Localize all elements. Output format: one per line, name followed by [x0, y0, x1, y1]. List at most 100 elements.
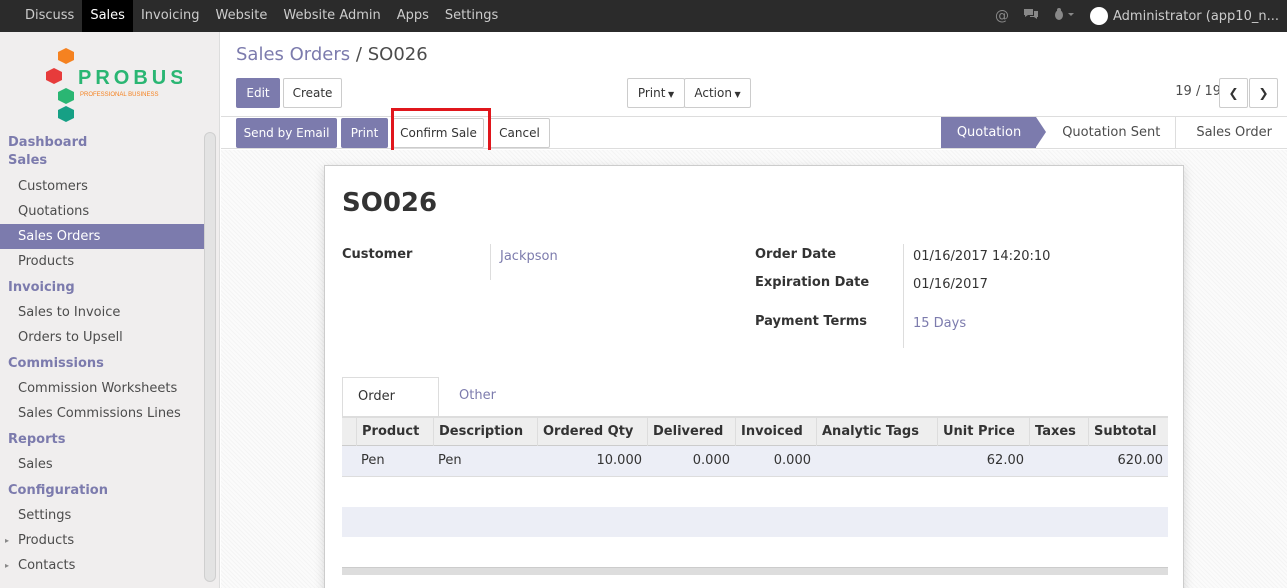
sidebar: PROBUSE PROFESSIONAL BUSINESS Dashboard …	[0, 32, 220, 588]
breadcrumb-current: SO026	[367, 44, 428, 65]
expiration-date-label: Expiration Date	[755, 275, 870, 290]
col-subtotal[interactable]: Subtotal	[1088, 418, 1168, 446]
chevron-left-icon: ❮	[1228, 86, 1239, 100]
action-dropdown-label: Action	[694, 86, 732, 100]
col-delivered[interactable]: Delivered	[647, 418, 735, 446]
table-row[interactable]: Pen Pen 10.000 0.000 0.000 62.00 620.00	[342, 446, 1168, 477]
status-toolbar: Send by Email Print Confirm Sale Cancel …	[221, 116, 1287, 149]
col-taxes[interactable]: Taxes	[1029, 418, 1088, 446]
tab-other-information[interactable]: Other Information	[444, 377, 549, 441]
chat-icon[interactable]	[1023, 7, 1039, 25]
field-divider	[490, 244, 491, 280]
edit-button[interactable]: Edit	[236, 78, 280, 108]
order-date-field[interactable]: 01/16/2017 14:20:10	[913, 249, 1050, 264]
sidebar-section-invoicing: Invoicing	[8, 280, 75, 295]
breadcrumb-separator: /	[355, 44, 362, 65]
print-dropdown[interactable]: Print ▼	[627, 78, 685, 108]
table-footer	[342, 567, 1168, 575]
cell-unit-price: 62.00	[986, 453, 1024, 468]
at-icon[interactable]: @	[995, 8, 1009, 24]
form-sheet: SO026 Customer Jackpson Order Date 01/16…	[324, 165, 1184, 588]
sidebar-item-config-products[interactable]: ▸ Products	[0, 528, 205, 553]
payment-terms-label: Payment Terms	[755, 314, 868, 329]
create-button[interactable]: Create	[283, 78, 342, 108]
user-name: Administrator (app10_n...	[1113, 8, 1279, 24]
cancel-button[interactable]: Cancel	[489, 118, 550, 148]
cell-invoiced: 0.000	[773, 453, 811, 468]
sidebar-item-orders-to-upsell[interactable]: Orders to Upsell	[0, 325, 205, 350]
send-by-email-button[interactable]: Send by Email	[236, 118, 337, 148]
cell-analytic-tags	[816, 446, 932, 476]
sidebar-item-customers[interactable]: Customers	[0, 174, 205, 199]
status-quotation[interactable]: Quotation	[940, 117, 1047, 148]
col-unit-price[interactable]: Unit Price	[937, 418, 1029, 446]
pager-next-button[interactable]: ❯	[1249, 78, 1278, 108]
menu-invoicing[interactable]: Invoicing	[133, 0, 208, 32]
table-row	[342, 477, 1168, 507]
print-dropdown-label: Print	[637, 86, 666, 100]
action-dropdown[interactable]: Action ▼	[684, 78, 751, 108]
caret-right-icon: ▸	[5, 561, 10, 570]
chevron-right-icon: ❯	[1258, 86, 1269, 100]
caret-right-icon: ▸	[5, 536, 10, 545]
sidebar-item-label: Contacts	[18, 558, 76, 573]
print-button[interactable]: Print	[341, 118, 388, 148]
sidebar-item-quotations[interactable]: Quotations	[0, 199, 205, 224]
pager-value[interactable]: 19 / 19	[1175, 84, 1221, 99]
menu-sales[interactable]: Sales	[82, 0, 133, 32]
expiration-date-field[interactable]: 01/16/2017	[913, 277, 988, 292]
col-product[interactable]: Product	[356, 418, 433, 446]
menu-website[interactable]: Website	[208, 0, 276, 32]
breadcrumb-sales-orders[interactable]: Sales Orders	[236, 44, 350, 65]
pager-previous-button[interactable]: ❮	[1219, 78, 1248, 108]
cell-description: Pen	[438, 453, 462, 468]
customer-field[interactable]: Jackpson	[500, 249, 558, 264]
cell-delivered: 0.000	[692, 453, 730, 468]
payment-terms-field[interactable]: 15 Days	[913, 316, 966, 331]
table-header: Product Description Ordered Qty Delivere…	[342, 417, 1168, 446]
user-menu[interactable]: Administrator (app10_n...	[1090, 7, 1279, 25]
menu-website-admin[interactable]: Website Admin	[275, 0, 388, 32]
menu-settings[interactable]: Settings	[437, 0, 506, 32]
app-menu: Discuss Sales Invoicing Website Website …	[0, 0, 506, 32]
sidebar-item-commission-worksheets[interactable]: Commission Worksheets	[0, 376, 205, 401]
top-navbar: Discuss Sales Invoicing Website Website …	[0, 0, 1287, 32]
order-date-label: Order Date	[755, 247, 837, 262]
sidebar-nav: Dashboard Sales Customers Quotations Sal…	[0, 134, 205, 578]
logo-wordmark: PROBUSE	[78, 67, 182, 89]
bug-icon[interactable]	[1053, 7, 1075, 25]
cell-taxes	[1029, 446, 1083, 476]
avatar	[1090, 7, 1109, 25]
status-bar: Quotation Quotation Sent Sales Order	[940, 117, 1287, 148]
status-quotation-sent[interactable]: Quotation Sent	[1036, 117, 1175, 148]
col-invoiced[interactable]: Invoiced	[735, 418, 816, 446]
cell-subtotal: 620.00	[1117, 453, 1164, 468]
breadcrumb: Sales Orders / SO026	[236, 44, 428, 65]
order-title: SO026	[342, 188, 438, 218]
tab-order-lines[interactable]: Order Lines	[342, 377, 439, 442]
sidebar-item-sales-to-invoice[interactable]: Sales to Invoice	[0, 300, 205, 325]
col-description[interactable]: Description	[433, 418, 537, 446]
sidebar-section-dashboard[interactable]: Dashboard	[0, 134, 205, 152]
sidebar-scrollbar[interactable]	[204, 132, 216, 582]
cell-ordered-qty: 10.000	[596, 453, 643, 468]
sidebar-item-label: Products	[18, 533, 75, 548]
sidebar-item-sales-commissions-lines[interactable]: Sales Commissions Lines	[0, 401, 205, 426]
status-sales-order[interactable]: Sales Order	[1175, 117, 1287, 148]
col-analytic-tags[interactable]: Analytic Tags	[816, 418, 937, 446]
col-ordered-qty[interactable]: Ordered Qty	[537, 418, 647, 446]
sidebar-item-products[interactable]: Products	[0, 249, 205, 274]
menu-apps[interactable]: Apps	[389, 0, 437, 32]
sidebar-section-commissions: Commissions	[8, 356, 104, 371]
sidebar-item-contacts[interactable]: ▸ Contacts	[0, 553, 205, 578]
caret-down-icon: ▼	[665, 90, 675, 99]
sidebar-section-configuration: Configuration	[8, 483, 108, 498]
company-logo: PROBUSE PROFESSIONAL BUSINESS	[42, 44, 201, 122]
logo-tagline: PROFESSIONAL BUSINESS	[80, 92, 158, 98]
sidebar-item-reports-sales[interactable]: Sales	[0, 452, 205, 477]
sidebar-item-settings[interactable]: Settings	[0, 503, 205, 528]
menu-discuss[interactable]: Discuss	[17, 0, 82, 32]
sidebar-item-sales-orders[interactable]: Sales Orders	[0, 224, 205, 249]
sidebar-section-sales: Sales	[8, 153, 48, 168]
systray: @ Administrator (app10_n...	[988, 0, 1287, 32]
